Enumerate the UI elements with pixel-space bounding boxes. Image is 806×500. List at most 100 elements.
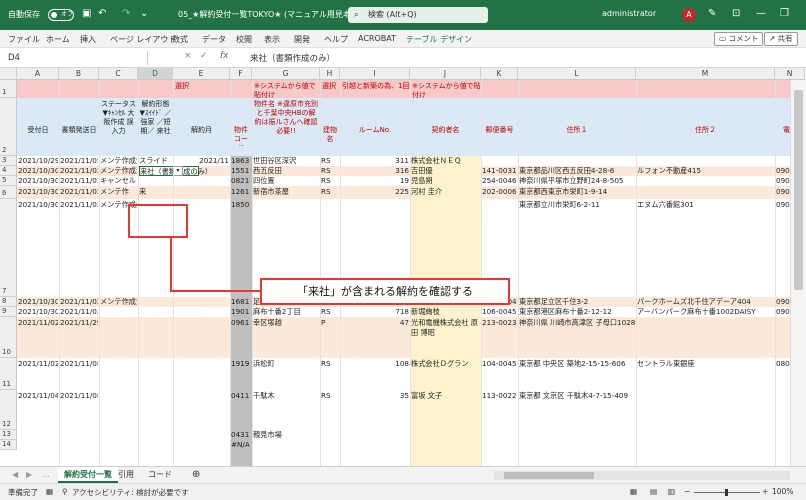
add-sheet-icon[interactable]: ⊕ [186,467,206,483]
share-button[interactable]: ↗ 共有 [764,32,798,46]
undo-icon[interactable]: ↶ [98,8,106,19]
cell-a6[interactable]: 2021/10/30 [18,187,58,200]
row-header[interactable]: 8 [0,297,17,307]
cell-e9[interactable] [174,307,229,317]
cell-j12[interactable]: 富坂 文子 [411,391,480,411]
cell-b3[interactable]: 2021/11/05 [60,156,98,166]
page-layout-view-icon[interactable]: ▤ [650,487,657,496]
cell-e3[interactable]: 2021/11 [174,156,229,166]
cell-g3[interactable]: 世田谷区深沢 [253,156,319,166]
cell-m12[interactable] [637,391,774,411]
cell-i6[interactable]: 225 [341,187,409,200]
cancel-icon[interactable]: × [184,51,192,61]
avatar[interactable]: A [682,8,696,22]
horizontal-scrollbar[interactable] [494,471,790,480]
cell-i5[interactable]: 19 [341,176,409,186]
cell-e8[interactable] [174,297,229,307]
cell-i10[interactable]: 47 [341,318,409,338]
cell-c3[interactable]: メンテ作成済 [100,156,137,166]
column-header-g[interactable]: G [252,68,320,80]
cell-g14[interactable] [253,440,319,450]
cell-c5[interactable]: キャンセル [100,176,137,186]
cell-b6[interactable]: 2021/11/02 [60,187,98,200]
cell-l14[interactable] [519,440,635,450]
cell-c4[interactable]: メンテ作成済 [100,166,137,176]
cell-m3[interactable] [637,156,774,166]
cell-l6[interactable]: 東京都西東京市栄町1-9-14 [519,187,635,200]
row-header[interactable]: 3 [0,156,17,166]
save-icon[interactable]: ▣ [82,8,91,19]
cell-g4[interactable]: 西五反田 [253,166,319,176]
column-header-h[interactable]: H [320,68,340,80]
tab-help[interactable]: ヘルプ [324,34,348,45]
cell-f13[interactable]: 0431 [231,430,251,440]
cell-j14[interactable] [411,440,480,450]
cell-b11[interactable]: 2021/11/08 [60,359,98,379]
cell-l7[interactable]: 東京都立川市栄町6-2-11 [519,200,635,220]
tab-data[interactable]: データ [202,34,226,45]
cell-l12[interactable]: 東京都 文京区 千駄木4-7-15-409 [519,391,635,411]
column-header-c[interactable]: C [99,68,138,80]
cell-b7[interactable]: 2021/11/02 [60,200,98,220]
column-header-i[interactable]: I [340,68,410,80]
row-header[interactable]: 1 [0,80,17,98]
search-input[interactable]: ⌕ 検索 (Alt+Q) [348,7,488,23]
cell-i14[interactable] [341,440,409,450]
tab-table-design[interactable]: テーブル デザイン [406,34,472,45]
tab-home[interactable]: ホーム [46,34,70,45]
cell-h4[interactable]: RS [321,166,339,176]
cell-k11[interactable]: 104-0045 [482,359,517,379]
cell-c12[interactable] [100,391,137,411]
cell-i3[interactable]: 311 [341,156,409,166]
minimize-icon[interactable]: — [756,8,766,19]
tab-view[interactable]: 表示 [264,34,280,45]
cell-f10[interactable]: 0961 [231,318,251,338]
cell-f7[interactable]: 1850 [231,200,251,220]
sheet-tab[interactable]: コード [142,467,178,483]
ribbon-display-icon[interactable]: ⊡ [732,8,740,19]
name-box[interactable]: D4 [8,51,148,65]
cell-f14[interactable]: #N/A [231,440,251,450]
cell-l9[interactable]: 東京都港区麻布十番2-12-12 [519,307,635,317]
column-header-d[interactable]: D [138,68,173,80]
cell-i9[interactable]: 718 [341,307,409,317]
cell-j6[interactable]: 河村 圭介 [411,187,480,200]
cell-i4[interactable]: 316 [341,166,409,176]
column-header-l[interactable]: L [518,68,636,80]
cell-d11[interactable] [139,359,172,379]
cell-e13[interactable] [174,430,229,440]
cell-b13[interactable] [60,430,98,440]
cell-a13[interactable] [18,430,58,440]
cell-l11[interactable]: 東京都 中央区 築地2-15-15-606 [519,359,635,379]
column-header-m[interactable]: M [636,68,775,80]
row-header[interactable]: 2 [0,98,17,156]
cell-b12[interactable]: 2021/11/08 [60,391,98,411]
row-header[interactable]: 7 [0,199,17,297]
enter-icon[interactable]: ✓ [200,51,208,61]
row-header[interactable]: 13 [0,430,17,440]
cell-d10[interactable] [139,318,172,338]
autosave-toggle[interactable]: オフ [48,9,74,21]
column-header-a[interactable]: A [17,68,59,80]
scroll-thumb[interactable] [794,90,803,290]
column-header-n[interactable]: N [775,68,805,80]
cell-g9[interactable]: 麻布十番2丁目 [253,307,319,317]
cell-f3[interactable]: 1863 [231,156,251,166]
function-icon[interactable]: fx [220,51,229,61]
cell-m7[interactable]: エヌム六番館301 [637,200,774,220]
cell-h14[interactable] [321,440,339,450]
cell-m10[interactable] [637,318,774,338]
cell-i7[interactable] [341,200,409,220]
cell-h10[interactable]: P [321,318,339,338]
zoom-slider-handle[interactable] [725,489,728,496]
cell-k10[interactable]: 213-0023 [482,318,517,338]
cell-h6[interactable]: RS [321,187,339,200]
cell-m11[interactable]: セントラル東銀座 [637,359,774,379]
macro-icon[interactable]: ▦ [46,487,53,496]
cell-c14[interactable] [100,440,137,450]
cell-c6[interactable]: メンテ作 [100,187,137,200]
cell-l13[interactable] [519,430,635,440]
cell-h9[interactable]: RS [321,307,339,317]
more-sheets-icon[interactable]: … [36,467,56,483]
cell-h11[interactable]: RS [321,359,339,379]
